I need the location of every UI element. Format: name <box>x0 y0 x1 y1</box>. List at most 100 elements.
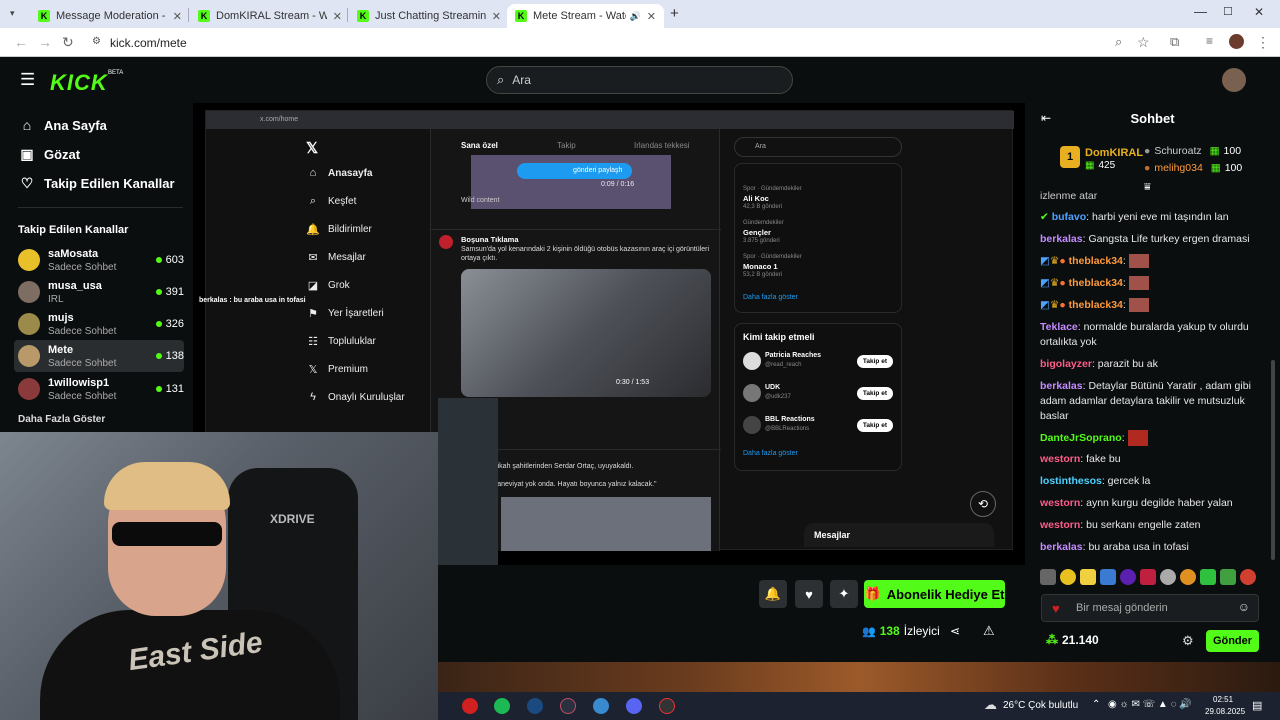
channel-item-musa-usa[interactable]: musa_usa IRL 391 <box>14 276 184 308</box>
follow-heart-button[interactable]: ♥ <box>795 580 823 608</box>
hamburger-menu-icon[interactable]: ☰ <box>20 70 35 90</box>
report-icon[interactable]: ⚠ <box>983 623 995 639</box>
tray-icons[interactable]: ◉ ☼ ✉ ☏ ▲ ◌ 🔊 <box>1108 699 1192 710</box>
emote-icon[interactable] <box>1080 569 1096 585</box>
show-more-channels-link[interactable]: Daha Fazla Göster <box>18 414 105 425</box>
send-button[interactable]: Gönder <box>1206 630 1259 652</box>
user-avatar[interactable] <box>1222 68 1246 92</box>
clock-time[interactable]: 02:51 <box>1213 695 1233 704</box>
tab-just-chatting[interactable]: K Just Chatting Streaming - Live S ✕ <box>349 4 509 28</box>
new-tab-button[interactable]: + <box>670 5 679 22</box>
discord-icon[interactable] <box>626 698 642 714</box>
emote-icon[interactable] <box>1100 569 1116 585</box>
steam-icon[interactable] <box>527 698 543 714</box>
chat-user[interactable]: theblack34 <box>1069 299 1123 311</box>
chat-settings-icon[interactable]: ⚙ <box>1182 633 1194 649</box>
tray-chevron-icon[interactable]: ⌃ <box>1092 699 1100 710</box>
trend-name: Gençler <box>743 228 771 237</box>
video-time: 0:09 / 0:16 <box>601 181 635 188</box>
forward-icon[interactable]: → <box>38 34 52 50</box>
emote-icon[interactable] <box>1180 569 1196 585</box>
chat-user[interactable]: westorn <box>1040 453 1080 465</box>
zoom-icon[interactable]: ⌕ <box>1115 34 1122 50</box>
clock-date[interactable]: 29.08.2025 <box>1205 707 1245 716</box>
nav-browse[interactable]: ▣ Gözat <box>18 146 80 163</box>
gift-icon: ▦ <box>1085 160 1095 171</box>
live-dot-icon <box>155 257 162 263</box>
maximize-button[interactable]: ☐ <box>1223 5 1233 18</box>
chat-user[interactable]: berkalas <box>1040 541 1083 553</box>
site-info-icon[interactable]: ⚙ <box>92 36 101 47</box>
emote-icon[interactable] <box>1120 569 1136 585</box>
channel-item-1willowisp1[interactable]: 1willowisp1 Sadece Sohbet 131 <box>14 373 184 405</box>
search-input[interactable]: ⌕ Ara <box>486 66 793 94</box>
tab-domkiral-stream[interactable]: K DomKIRAL Stream - Watch Live ✕ <box>190 4 350 28</box>
chat-user[interactable]: berkalas <box>1040 233 1083 245</box>
chat-scrollbar[interactable] <box>1271 360 1275 560</box>
weather-text[interactable]: 26°C Çok bulutlu <box>1003 700 1078 711</box>
obs-icon[interactable] <box>659 698 675 714</box>
media-control-icon[interactable]: ≡ <box>1206 34 1213 48</box>
weather-icon[interactable]: ☁ <box>984 697 997 713</box>
chat-user[interactable]: bufavo <box>1052 211 1086 223</box>
gifter-row[interactable]: ● Schuroatz ▦ 100 <box>1144 145 1241 157</box>
chat-user[interactable]: bigolayzer <box>1040 358 1092 370</box>
kick-logo[interactable]: KICK <box>50 70 108 96</box>
window-close-button[interactable]: ✕ <box>1254 5 1264 19</box>
close-tab-icon[interactable]: ✕ <box>492 10 501 23</box>
channel-item-mete[interactable]: Mete Sadece Sohbet 138 <box>14 340 184 372</box>
emote-icon[interactable] <box>1040 569 1056 585</box>
tab-list-icon[interactable]: ▾ <box>10 8 15 19</box>
emote-icon[interactable] <box>1240 569 1256 585</box>
tab-message-moderation[interactable]: K Message Moderation - Kick Da ✕ <box>30 4 190 28</box>
emoji-icon[interactable]: ☺ <box>1238 600 1250 614</box>
chat-user[interactable]: lostinthesos <box>1040 475 1102 487</box>
chat-user[interactable]: theblack34 <box>1069 255 1123 267</box>
notification-bell-button[interactable]: 🔔 <box>759 580 787 608</box>
app-icon[interactable] <box>560 698 576 714</box>
chat-user[interactable]: berkalas <box>1040 380 1083 392</box>
opera-icon[interactable] <box>462 698 478 714</box>
nav-home[interactable]: ⌂ Ana Sayfa <box>18 117 107 133</box>
chat-message: DanteJrSoprano: <box>1040 430 1260 446</box>
browser-menu-icon[interactable]: ⋮ <box>1256 34 1270 51</box>
back-icon[interactable]: ← <box>14 34 28 50</box>
chat-message-input[interactable]: ♥ Bir mesaj gönderin ☺ <box>1041 594 1259 622</box>
audio-playing-icon[interactable]: 🔊 <box>630 11 641 22</box>
extensions-icon[interactable]: ⧉ <box>1170 34 1179 50</box>
channel-item-samosata[interactable]: saMosata Sadece Sohbet 603 <box>14 244 184 276</box>
emote-icon[interactable] <box>1160 569 1176 585</box>
tab-divider <box>188 8 189 22</box>
nav-following[interactable]: ♡ Takip Edilen Kanallar <box>18 175 175 192</box>
emote-icon[interactable] <box>1200 569 1216 585</box>
app-icon[interactable] <box>593 698 609 714</box>
channel-item-mujs[interactable]: mujs Sadece Sohbet 326 <box>14 308 184 340</box>
chat-user[interactable]: Teklace <box>1040 321 1078 333</box>
chat-user[interactable]: westorn <box>1040 497 1080 509</box>
reload-icon[interactable]: ↻ <box>62 34 74 51</box>
chat-user[interactable]: theblack34 <box>1069 277 1123 289</box>
close-tab-icon[interactable]: ✕ <box>647 10 656 23</box>
bolt-icon: ϟ <box>310 391 316 403</box>
emote-icon[interactable] <box>1220 569 1236 585</box>
bookmark-star-icon[interactable]: ☆ <box>1137 34 1150 51</box>
sparkle-button[interactable]: ✦ <box>830 580 858 608</box>
profile-avatar[interactable] <box>1229 34 1244 49</box>
emote-icon[interactable] <box>1060 569 1076 585</box>
share-icon[interactable]: ⋖ <box>950 624 960 638</box>
close-tab-icon[interactable]: ✕ <box>333 10 342 23</box>
tab-mete-stream[interactable]: K Mete Stream - Watch Live o 🔊 ✕ <box>507 4 664 28</box>
address-bar[interactable]: ⚙ kick.com/mete <box>86 32 1156 54</box>
gifter-row[interactable]: ● melihg034 ▦ 100 <box>1144 162 1242 174</box>
channel-points[interactable]: ⁂ 21.140 <box>1046 633 1099 647</box>
emote-icon[interactable] <box>1140 569 1156 585</box>
chat-message: Teklace: normalde buralarda yakup tv olu… <box>1040 320 1260 350</box>
top-gifter-name[interactable]: DomKIRAL <box>1085 147 1143 159</box>
close-tab-icon[interactable]: ✕ <box>173 10 182 23</box>
chat-user[interactable]: westorn <box>1040 519 1080 531</box>
notification-center-icon[interactable]: ▤ <box>1252 699 1262 712</box>
minimize-button[interactable]: — <box>1194 4 1207 19</box>
gift-subscription-button[interactable]: 🎁 Abonelik Hediye Et <box>864 580 1005 608</box>
chat-user[interactable]: DanteJrSoprano <box>1040 432 1122 444</box>
spotify-icon[interactable] <box>494 698 510 714</box>
